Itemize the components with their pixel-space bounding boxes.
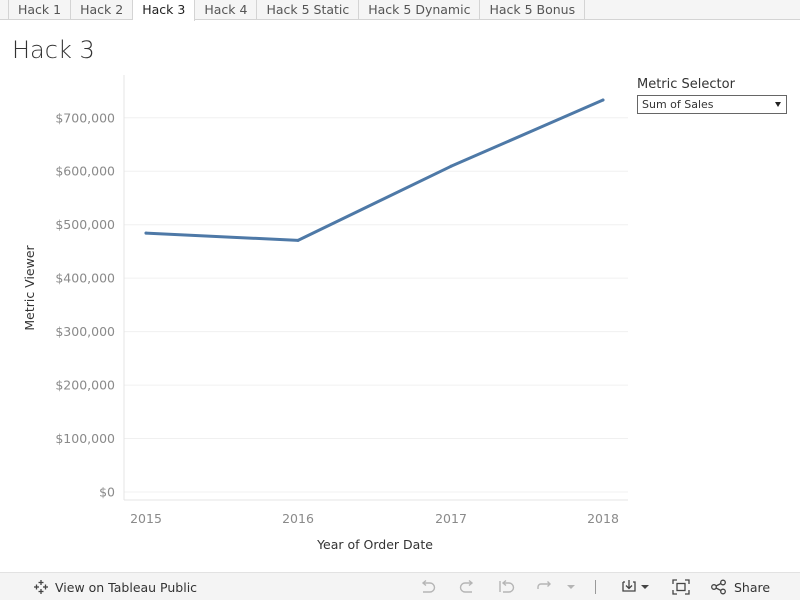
fullscreen-button[interactable]	[672, 573, 690, 600]
y-axis-title: Metric Viewer	[22, 244, 37, 330]
x-tick-label: 2015	[130, 511, 162, 526]
data-point[interactable]	[296, 238, 300, 242]
refresh-icon	[537, 581, 551, 589]
metric-selector-dropdown[interactable]: Sum of Sales	[637, 95, 787, 114]
series-layer[interactable]	[144, 98, 605, 242]
pause-updates-dropdown[interactable]	[566, 573, 576, 600]
download-icon	[622, 580, 649, 592]
y-tick-label: $0	[99, 485, 115, 500]
x-tick-label: 2018	[587, 511, 619, 526]
dropdown-selected-value: Sum of Sales	[642, 98, 714, 111]
x-axis-title: Year of Order Date	[316, 537, 433, 552]
y-axis-ticks: $0 $100,000 $200,000 $300,000 $400,000 $500,0…	[55, 110, 115, 499]
undo-icon	[421, 579, 436, 593]
tab-hack-5-static[interactable]: Hack 5 Static	[257, 0, 360, 20]
x-tick-label: 2016	[282, 511, 314, 526]
fullscreen-icon	[672, 579, 690, 595]
y-tick-label: $300,000	[55, 324, 115, 339]
bottom-toolbar: View on Tableau Public Share	[0, 572, 800, 600]
gridlines	[124, 117, 628, 493]
refresh-button[interactable]	[536, 573, 554, 600]
data-point[interactable]	[449, 164, 453, 168]
revert-icon	[499, 579, 515, 593]
share-label: Share	[734, 579, 771, 595]
share-button[interactable]: Share	[710, 573, 770, 600]
sheet-tab-bar: Hack 1 Hack 2 Hack 3 Hack 4 Hack 5 Static Hac…	[0, 0, 800, 21]
view-on-tableau-public-link[interactable]: View on Tableau Public	[33, 573, 197, 600]
data-point[interactable]	[601, 98, 605, 102]
x-axis-ticks: 2015 2016 2017 2018	[130, 511, 619, 526]
toolbar-separator	[595, 580, 596, 594]
tab-hack-2[interactable]: Hack 2	[71, 0, 134, 20]
y-tick-label: $400,000	[55, 271, 115, 286]
x-tick-label: 2017	[435, 511, 467, 526]
tab-hack-3[interactable]: Hack 3	[133, 0, 196, 21]
redo-button[interactable]	[458, 573, 476, 600]
y-tick-label: $500,000	[55, 217, 115, 232]
data-point[interactable]	[144, 231, 148, 235]
y-tick-label: $600,000	[55, 164, 115, 179]
tableau-logo-icon	[34, 580, 48, 594]
tab-hack-5-dynamic[interactable]: Hack 5 Dynamic	[359, 0, 481, 20]
tab-hack-1[interactable]: Hack 1	[8, 0, 72, 20]
line-chart: $0 $100,000 $200,000 $300,000 $400,000 $500,0…	[22, 75, 628, 552]
redo-icon	[459, 579, 474, 593]
share-icon	[711, 579, 726, 595]
view-on-public-label: View on Tableau Public	[55, 579, 198, 595]
y-tick-label: $700,000	[55, 110, 115, 125]
y-tick-label: $200,000	[55, 378, 115, 393]
series-line[interactable]	[144, 98, 605, 242]
metric-selector-parameter: Metric Selector Sum of Sales	[637, 77, 787, 114]
dropdown-caret-icon	[775, 102, 781, 107]
revert-button[interactable]	[498, 573, 516, 600]
sheet-tabs: Hack 1 Hack 2 Hack 3 Hack 4 Hack 5 Static Hac…	[8, 0, 586, 21]
tab-hack-4[interactable]: Hack 4	[195, 0, 258, 20]
dropdown-arrow-icon	[567, 585, 575, 589]
parameter-label: Metric Selector	[637, 77, 735, 92]
download-button[interactable]	[621, 573, 651, 600]
undo-button[interactable]	[419, 573, 437, 600]
tab-hack-5-bonus[interactable]: Hack 5 Bonus	[480, 0, 586, 20]
y-tick-label: $100,000	[55, 431, 115, 446]
